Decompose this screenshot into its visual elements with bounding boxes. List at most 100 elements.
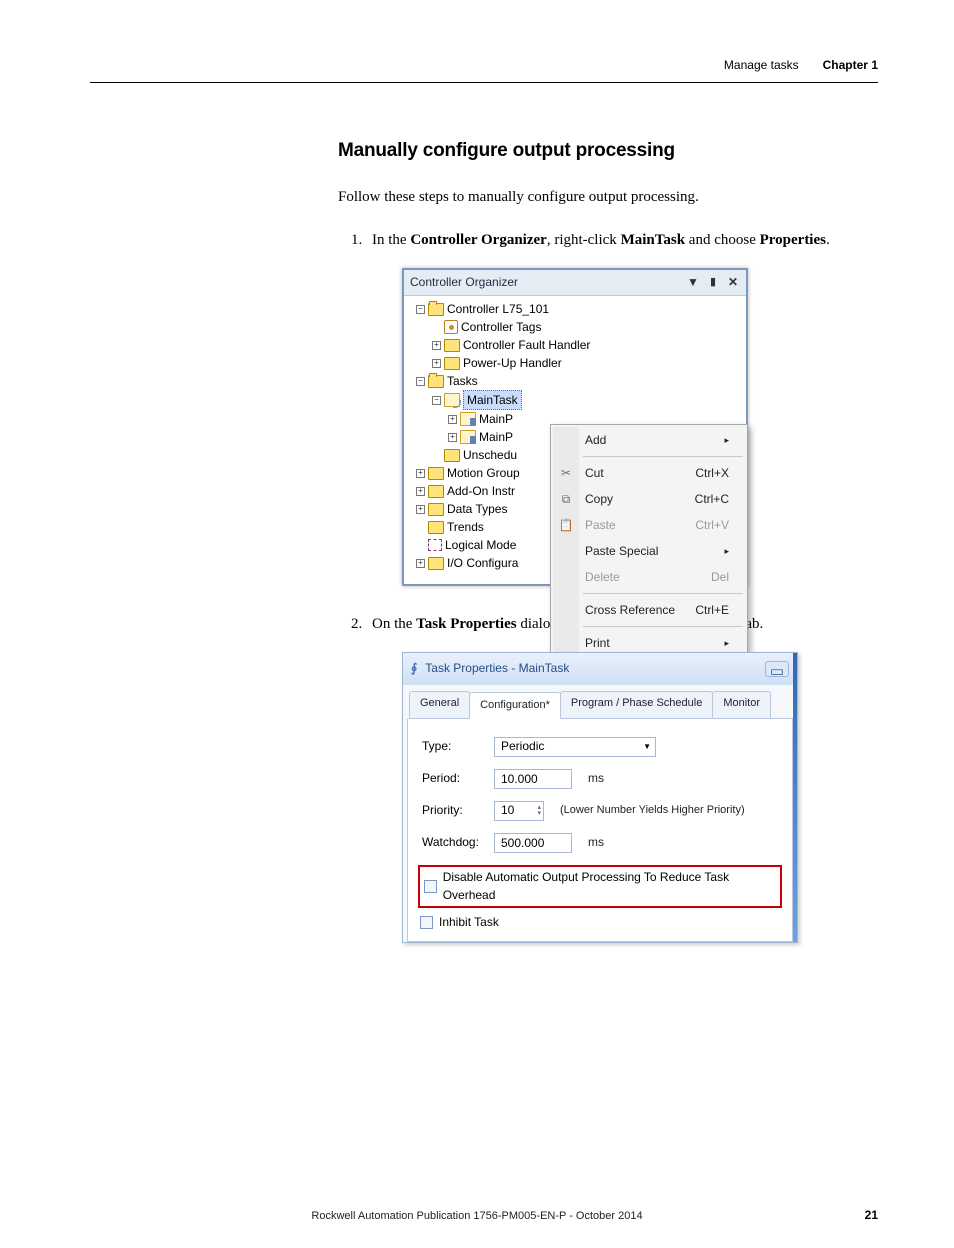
collapse-icon[interactable]: − xyxy=(432,396,441,405)
label-type: Type: xyxy=(422,738,484,755)
tab-monitor[interactable]: Monitor xyxy=(712,691,771,718)
label-priority: Priority: xyxy=(422,802,484,819)
shortcut: Ctrl+C xyxy=(695,490,729,508)
row-period: Period: ms xyxy=(422,769,778,789)
submenu-arrow-icon: ▸ xyxy=(724,634,729,652)
tabstrip: General Configuration* Program / Phase S… xyxy=(409,691,793,719)
disable-output-label: Disable Automatic Output Processing To R… xyxy=(443,869,776,904)
dropdown-icon[interactable]: ▼ xyxy=(686,276,700,290)
folder-icon xyxy=(428,485,444,498)
tree-label: Controller Fault Handler xyxy=(463,336,590,354)
type-dropdown[interactable]: Periodic ▼ xyxy=(494,737,656,757)
priority-spinner[interactable]: 10 ▴▾ xyxy=(494,801,544,821)
menu-paste-special[interactable]: Paste Special▸ xyxy=(553,538,745,564)
page-footer: Rockwell Automation Publication 1756-PM0… xyxy=(0,1210,954,1222)
menu-separator xyxy=(583,456,743,457)
tree-label: Trends xyxy=(447,518,484,536)
folder-icon xyxy=(428,521,444,534)
expand-icon[interactable]: + xyxy=(432,359,441,368)
tree-label: MainP xyxy=(479,410,513,428)
tree-label: Power-Up Handler xyxy=(463,354,562,372)
submenu-arrow-icon: ▸ xyxy=(724,542,729,560)
spin-down-icon[interactable]: ▾ xyxy=(537,811,541,817)
pin-icon[interactable]: ▮ xyxy=(706,276,720,290)
program-icon xyxy=(460,412,476,426)
expand-icon[interactable]: + xyxy=(416,487,425,496)
header-section: Manage tasks xyxy=(724,58,799,72)
label-period: Period: xyxy=(422,770,484,787)
shortcut: Ctrl+V xyxy=(695,516,729,534)
menu-cut[interactable]: ✂ CutCtrl+X xyxy=(553,460,745,486)
controller-tree[interactable]: − Controller L75_101 Controller Tags + xyxy=(404,296,746,584)
row-type: Type: Periodic ▼ xyxy=(422,737,778,757)
tab-general[interactable]: General xyxy=(409,691,470,718)
tree-label: Motion Group xyxy=(447,464,520,482)
expand-icon[interactable]: + xyxy=(416,505,425,514)
row-priority: Priority: 10 ▴▾ (Lower Number Yields Hig… xyxy=(422,801,778,821)
tree-label: Controller Tags xyxy=(461,318,541,336)
collapse-icon[interactable]: − xyxy=(416,305,425,314)
shortcut: Del xyxy=(711,568,729,586)
intro-text: Follow these steps to manually configure… xyxy=(338,187,898,209)
menu-paste: 📋 PasteCtrl+V xyxy=(553,512,745,538)
folder-icon xyxy=(444,357,460,370)
highlight-box: Disable Automatic Output Processing To R… xyxy=(418,865,782,908)
submenu-arrow-icon: ▸ xyxy=(724,431,729,449)
tree-powerup-handler[interactable]: + Power-Up Handler xyxy=(408,354,744,372)
menu-copy[interactable]: ⧉ CopyCtrl+C xyxy=(553,486,745,512)
tree-label-selected: MainTask xyxy=(463,390,522,410)
menu-cross-reference[interactable]: Cross ReferenceCtrl+E xyxy=(553,597,745,623)
step-2: On the Task Properties dialog box, click… xyxy=(366,614,898,943)
folder-icon xyxy=(428,375,444,388)
row-watchdog: Watchdog: ms xyxy=(422,833,778,853)
tree-fault-handler[interactable]: + Controller Fault Handler xyxy=(408,336,744,354)
dialog-title: Task Properties - MainTask xyxy=(425,660,569,677)
page-number: 21 xyxy=(865,1208,878,1222)
inhibit-task-checkbox[interactable] xyxy=(420,916,433,929)
shortcut: Ctrl+X xyxy=(695,464,729,482)
dropdown-value: Periodic xyxy=(501,738,544,755)
menu-add[interactable]: Add▸ xyxy=(553,427,745,453)
expand-icon[interactable]: + xyxy=(416,559,425,568)
folder-icon xyxy=(428,303,444,316)
program-icon xyxy=(460,430,476,444)
tree-tasks[interactable]: − Tasks xyxy=(408,372,744,390)
folder-icon xyxy=(444,339,460,352)
minimize-button[interactable]: ▭ xyxy=(765,661,789,677)
page-header: Manage tasks Chapter 1 xyxy=(90,58,878,83)
tree-label: Data Types xyxy=(447,500,507,518)
tab-configuration[interactable]: Configuration* xyxy=(469,692,561,719)
tree-label: Tasks xyxy=(447,372,478,390)
copy-icon: ⧉ xyxy=(559,492,573,506)
controller-organizer-figure: Controller Organizer ▼ ▮ ✕ − Con xyxy=(402,268,898,586)
main-content: Manually configure output processing Fol… xyxy=(338,137,898,943)
unit-ms: ms xyxy=(588,834,604,851)
expand-icon[interactable]: + xyxy=(448,415,457,424)
tree-maintask[interactable]: − MainTask xyxy=(408,390,744,410)
tree-label: I/O Configura xyxy=(447,554,518,572)
tree-label: Add-On Instr xyxy=(447,482,515,500)
chevron-down-icon: ▼ xyxy=(643,741,651,753)
expand-icon[interactable]: + xyxy=(432,341,441,350)
tag-icon xyxy=(444,320,458,334)
folder-icon xyxy=(428,557,444,570)
watchdog-input[interactable] xyxy=(494,833,572,853)
collapse-icon[interactable]: − xyxy=(416,377,425,386)
header-chapter: Chapter 1 xyxy=(823,58,878,72)
expand-icon[interactable]: + xyxy=(416,469,425,478)
folder-icon xyxy=(444,449,460,462)
label-watchdog: Watchdog: xyxy=(422,834,484,851)
disable-output-checkbox[interactable] xyxy=(424,880,437,893)
step-1: In the Controller Organizer, right-click… xyxy=(366,230,898,586)
task-icon xyxy=(444,393,460,407)
task-properties-figure: ∮ Task Properties - MainTask ▭ General C… xyxy=(402,652,898,943)
tab-program-schedule[interactable]: Program / Phase Schedule xyxy=(560,691,713,718)
period-input[interactable] xyxy=(494,769,572,789)
app-icon: ∮ xyxy=(411,660,417,677)
close-icon[interactable]: ✕ xyxy=(726,276,740,290)
section-title: Manually configure output processing xyxy=(338,137,898,165)
tree-label: Controller L75_101 xyxy=(447,300,549,318)
tree-controller-tags[interactable]: Controller Tags xyxy=(408,318,744,336)
expand-icon[interactable]: + xyxy=(448,433,457,442)
tree-root[interactable]: − Controller L75_101 xyxy=(408,300,744,318)
